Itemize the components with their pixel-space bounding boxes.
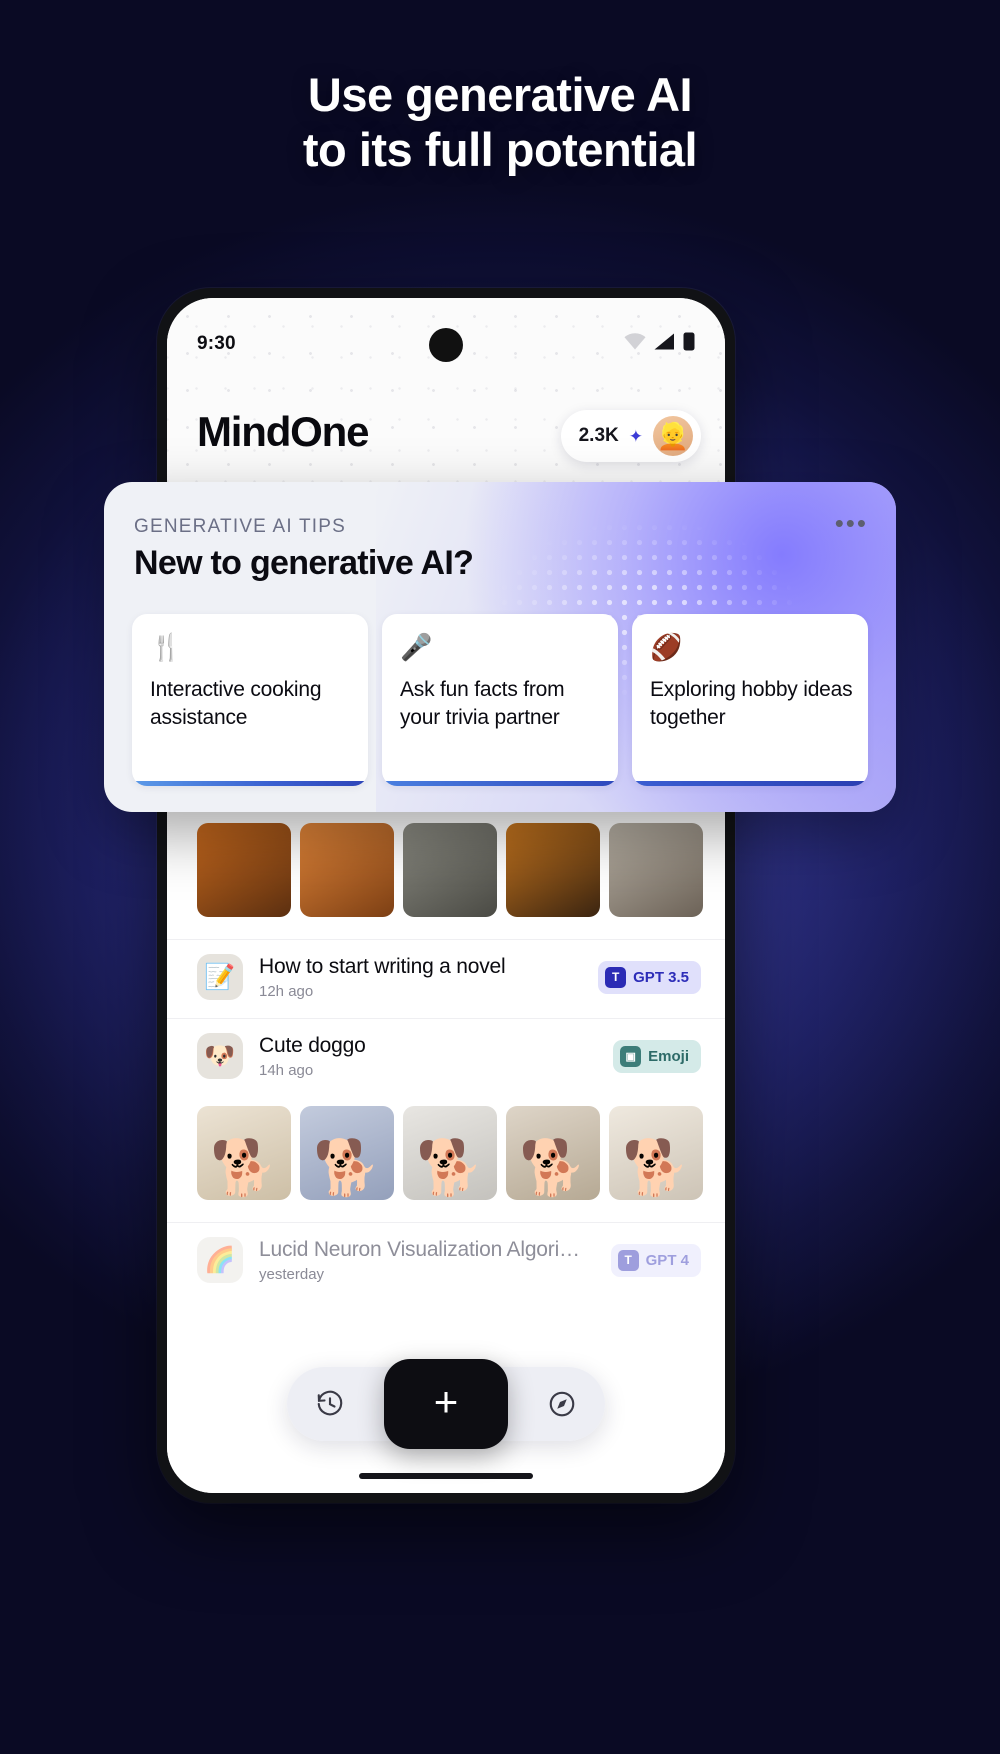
tips-tiles: 🍴 Interactive cooking assistance 🎤 Ask f…	[132, 614, 868, 786]
clock-history-icon[interactable]	[313, 1387, 347, 1421]
tip-tile-label: Interactive cooking assistance	[150, 678, 322, 729]
list-item[interactable]	[300, 823, 394, 917]
page-title: Use generative AI to its full potential	[0, 68, 1000, 177]
model-chip: T	[605, 966, 627, 988]
credits-pill[interactable]: 2.3K ✦ 👱	[560, 410, 701, 462]
list-item[interactable]: 🐕	[300, 1106, 394, 1200]
tips-title: New to generative AI?	[134, 544, 474, 582]
model-chip: T	[617, 1249, 639, 1271]
divider	[167, 1018, 725, 1019]
tip-tile-cooking[interactable]: 🍴 Interactive cooking assistance	[132, 614, 368, 786]
football-icon: 🏈	[650, 632, 683, 662]
list-item[interactable]	[506, 823, 600, 917]
list-item[interactable]: 🐕	[609, 1106, 703, 1200]
thumbnail-strip[interactable]: 🐕 🐕 🐕 🐕 🐕	[197, 1106, 725, 1200]
divider	[167, 1222, 725, 1223]
cutlery-icon: 🍴	[150, 632, 183, 662]
list-item[interactable]: 🌈 Lucid Neuron Visualization Algori… yes…	[197, 1237, 701, 1283]
credits-value: 2.3K	[578, 425, 619, 446]
rainbow-icon: 🌈	[197, 1237, 243, 1283]
avatar[interactable]: 👱	[653, 416, 693, 456]
tile-accent-bar	[132, 781, 368, 786]
list-item-time: 12h ago	[259, 982, 314, 1000]
divider	[167, 939, 725, 940]
list-item[interactable]	[609, 823, 703, 917]
headline-line-1: Use generative AI	[307, 68, 693, 121]
status-clock: 9:30	[197, 333, 236, 354]
tip-tile-trivia[interactable]: 🎤 Ask fun facts from your trivia partner	[382, 614, 618, 786]
list-item[interactable]	[197, 823, 291, 917]
badge-label: Emoji	[648, 1047, 689, 1065]
battery-icon	[683, 332, 695, 356]
list-item[interactable]: 🐕	[506, 1106, 600, 1200]
phone-mockup: 9:30 MindOne 2.3K ✦ 👱 📝 How to start wri…	[157, 288, 735, 1503]
thumbnail-strip[interactable]	[197, 823, 725, 917]
list-item-time: 14h ago	[259, 1061, 314, 1079]
app-header: 9:30 MindOne 2.3K ✦ 👱	[167, 298, 725, 503]
more-options-icon[interactable]: •••	[835, 510, 868, 536]
list-item[interactable]	[403, 823, 497, 917]
tip-tile-label: Exploring hobby ideas together	[650, 678, 853, 729]
status-badge: T GPT 3.5	[598, 960, 701, 994]
wifi-icon	[624, 333, 646, 355]
microphone-icon: 🎤	[400, 632, 433, 662]
signal-icon	[654, 333, 675, 355]
list-item[interactable]: 🐕	[403, 1106, 497, 1200]
app-wordmark: MindOne	[197, 408, 369, 455]
list-item-title: Lucid Neuron Visualization Algori…	[259, 1237, 580, 1261]
status-icons	[624, 332, 695, 356]
dog-face-icon: 🐶	[197, 1033, 243, 1079]
status-bar: 9:30	[167, 330, 725, 358]
status-badge: T GPT 4	[610, 1243, 701, 1277]
status-badge: ▣ Emoji	[613, 1039, 701, 1073]
list-item-text: How to start writing a novel 12h ago	[259, 955, 598, 1000]
badge-label: GPT 4	[645, 1251, 689, 1269]
list-item-time: yesterday	[259, 1265, 325, 1283]
tile-accent-bar	[382, 781, 618, 786]
add-chat-label: +	[433, 1378, 459, 1425]
list-item[interactable]: 🐶 Cute doggo 14h ago ▣ Emoji	[197, 1033, 701, 1079]
tips-kicker: GENERATIVE AI TIPS	[134, 516, 347, 537]
sparkle-icon: ✦	[628, 426, 643, 446]
list-item[interactable]: 📝 How to start writing a novel 12h ago T…	[197, 954, 701, 1000]
compass-icon[interactable]	[545, 1387, 579, 1421]
home-indicator	[359, 1473, 533, 1479]
tip-tile-label: Ask fun facts from your trivia partner	[400, 678, 565, 729]
add-chat-button[interactable]: +	[384, 1359, 508, 1449]
list-item-title: How to start writing a novel	[259, 954, 506, 978]
memo-icon: 📝	[197, 954, 243, 1000]
phone-screen: 9:30 MindOne 2.3K ✦ 👱 📝 How to start wri…	[167, 298, 725, 1493]
tile-accent-bar	[632, 781, 868, 786]
badge-label: GPT 3.5	[633, 968, 689, 986]
tips-card: GENERATIVE AI TIPS New to generative AI?…	[104, 482, 896, 812]
list-item[interactable]: 🐕	[197, 1106, 291, 1200]
list-item-text: Lucid Neuron Visualization Algori… yeste…	[259, 1238, 611, 1283]
model-chip: ▣	[620, 1045, 642, 1067]
tip-tile-hobby[interactable]: 🏈 Exploring hobby ideas together	[632, 614, 868, 786]
list-item-text: Cute doggo 14h ago	[259, 1034, 613, 1079]
list-item-title: Cute doggo	[259, 1033, 366, 1057]
headline-line-2: to its full potential	[302, 122, 698, 176]
